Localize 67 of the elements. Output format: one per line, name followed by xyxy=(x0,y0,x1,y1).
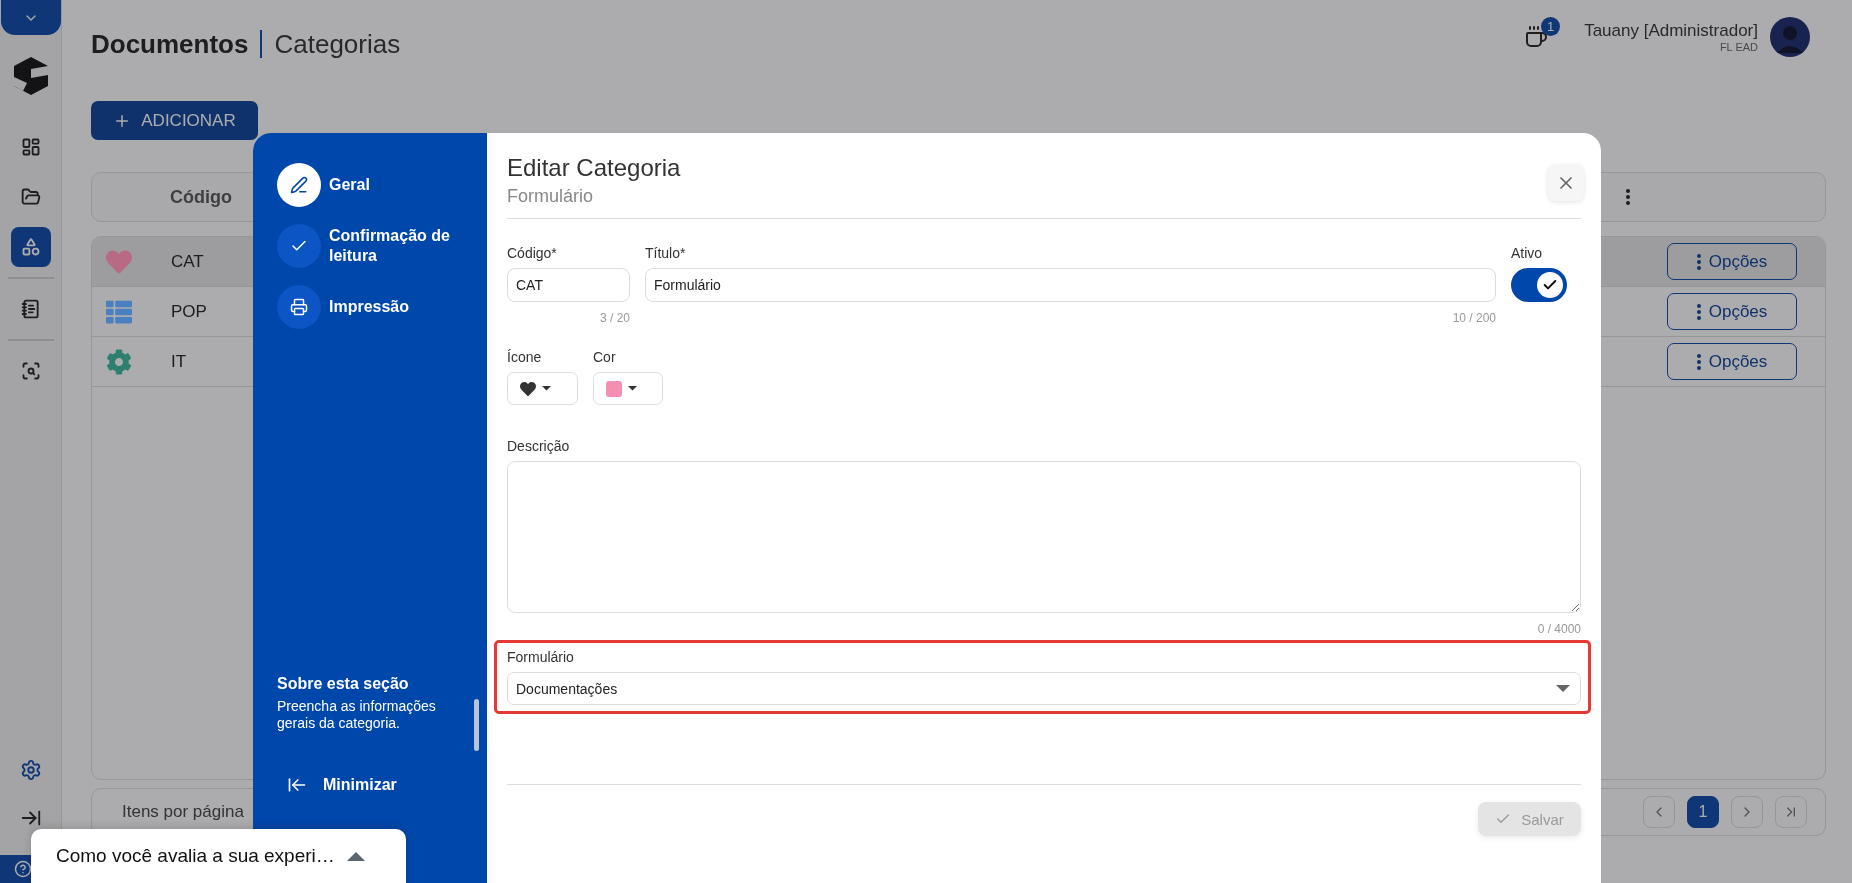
field-label: Descrição xyxy=(507,438,571,455)
character-counter: 10 / 200 xyxy=(1451,311,1496,325)
field-label: Código* xyxy=(507,245,558,262)
step-label[interactable]: Impressão xyxy=(329,297,469,317)
field-label: Ícone xyxy=(507,349,543,366)
code-input[interactable]: CAT xyxy=(507,268,630,302)
code-cell: CAT xyxy=(171,251,204,272)
character-counter: 3 / 20 xyxy=(598,311,630,325)
kebab-icon xyxy=(1696,253,1701,270)
section-info-text: Preencha as informações gerais da categoria. xyxy=(277,698,437,732)
step-marker[interactable] xyxy=(277,285,321,329)
field-label: Cor xyxy=(593,349,617,366)
add-button[interactable]: ADICIONAR xyxy=(91,101,258,140)
step-marker[interactable] xyxy=(277,224,321,268)
minimize-button[interactable]: Minimizar xyxy=(277,775,487,795)
options-button[interactable]: Opções xyxy=(1667,243,1797,280)
help-icon[interactable] xyxy=(13,860,32,878)
user-organization: FL EAD xyxy=(1719,41,1758,53)
page-title: Categorias xyxy=(274,28,401,60)
shapes-icon xyxy=(20,237,41,257)
field-label: Formulário xyxy=(507,649,575,666)
cup-icon[interactable] xyxy=(1524,25,1549,49)
description-field[interactable] xyxy=(507,461,1581,613)
feedback-question: Como você avalia a sua experi… xyxy=(56,845,335,867)
heart-icon xyxy=(520,380,536,397)
step-label[interactable]: Geral xyxy=(329,175,469,195)
scrollbar-thumb[interactable] xyxy=(474,699,479,751)
avatar[interactable] xyxy=(1770,17,1810,57)
page-button[interactable]: 1 xyxy=(1687,796,1719,828)
section-info-title: Sobre esta seção xyxy=(277,674,410,694)
character-counter: 0 / 4000 xyxy=(1536,622,1581,636)
dashboard-icon xyxy=(20,137,41,157)
step-marker[interactable] xyxy=(277,163,321,207)
collapse-button[interactable] xyxy=(0,0,61,35)
pen-icon xyxy=(290,176,308,194)
settings-icon xyxy=(19,759,42,781)
title-input[interactable]: Formulário xyxy=(645,268,1496,302)
color-picker[interactable] xyxy=(593,372,663,405)
field-label: Título* xyxy=(645,245,687,262)
step-label[interactable]: Confirmação de leitura xyxy=(329,226,469,266)
collapse-left-icon xyxy=(287,775,307,795)
settings-button[interactable] xyxy=(19,759,42,781)
kebab-icon xyxy=(1696,303,1701,320)
options-button[interactable]: Opções xyxy=(1667,343,1797,380)
items-per-page-label: Itens por página xyxy=(122,802,244,822)
code-cell: IT xyxy=(171,351,187,372)
kebab-icon xyxy=(1696,353,1701,370)
form-select[interactable]: Documentações xyxy=(507,672,1581,705)
module-title: Documentos xyxy=(91,28,249,60)
code-cell: POP xyxy=(171,301,207,322)
dialog-title: Editar Categoria xyxy=(507,153,681,183)
dialog-subtitle: Formulário xyxy=(507,185,595,208)
folder-icon xyxy=(20,187,41,207)
options-button[interactable]: Opções xyxy=(1667,293,1797,330)
icon-picker[interactable] xyxy=(507,372,578,405)
document-icon xyxy=(20,299,41,319)
user-name: Tauany [Administrador] xyxy=(1584,21,1758,41)
caret-icon[interactable] xyxy=(346,851,365,861)
scan-icon xyxy=(20,361,41,381)
column-menu-icon[interactable] xyxy=(1626,189,1630,205)
field-label: Ativo xyxy=(1511,245,1544,262)
notification-badge: 1 xyxy=(1541,17,1561,36)
printer-icon xyxy=(290,298,308,316)
active-toggle[interactable] xyxy=(1511,268,1567,302)
caret-icon xyxy=(1556,685,1570,692)
column-header: Código xyxy=(170,186,232,208)
shapes-nav-button[interactable] xyxy=(10,227,51,267)
